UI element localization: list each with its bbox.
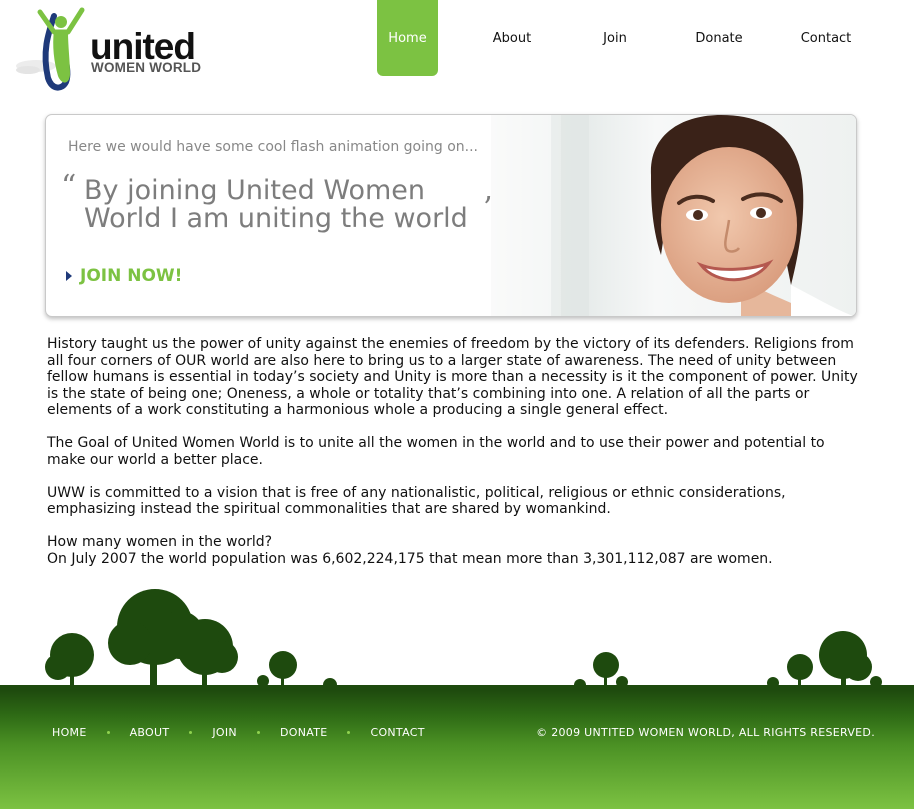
join-now-label: JOIN NOW!	[80, 266, 183, 286]
join-now-link[interactable]: JOIN NOW!	[66, 266, 182, 286]
content-paragraph-history: History taught us the power of unity aga…	[47, 336, 858, 418]
footer-link-join[interactable]: JOIN	[212, 726, 237, 739]
content-question: How many women in the world?	[47, 534, 273, 550]
main-content: History taught us the power of unity aga…	[47, 336, 867, 567]
banner-quote: By joining United Women World I am uniti…	[84, 177, 514, 233]
nav-join[interactable]: Join	[590, 0, 640, 76]
content-paragraph-goal: The Goal of United Women World is to uni…	[47, 435, 825, 468]
nav-about[interactable]: About	[482, 0, 542, 76]
nav-contact[interactable]: Contact	[792, 0, 860, 76]
nav-home[interactable]: Home	[377, 0, 438, 76]
footer: HOME ABOUT JOIN DONATE CONTACT © 2009 UN…	[0, 690, 914, 809]
banner-note: Here we would have some cool flash anima…	[68, 139, 478, 155]
footer-link-home[interactable]: HOME	[52, 726, 87, 739]
footer-nav: HOME ABOUT JOIN DONATE CONTACT	[52, 726, 425, 739]
nav-donate[interactable]: Donate	[688, 0, 750, 76]
main-nav: Home About Join Donate Contact	[0, 0, 914, 80]
hero-banner: Here we would have some cool flash anima…	[45, 114, 857, 317]
tree-silhouette-illustration	[0, 589, 914, 695]
banner-quote-line-2: World I am uniting the world	[84, 203, 468, 234]
footer-separator-dot	[189, 731, 193, 734]
quote-open-mark: “	[61, 169, 77, 204]
content-paragraph-vision: UWW is committed to a vision that is fre…	[47, 484, 786, 518]
footer-separator-dot	[106, 731, 110, 734]
content-answer: On July 2007 the world population was 6,…	[47, 550, 773, 567]
footer-separator-dot	[347, 731, 351, 734]
footer-link-contact[interactable]: CONTACT	[370, 726, 424, 739]
footer-link-donate[interactable]: DONATE	[280, 726, 328, 739]
arrow-right-icon	[66, 271, 72, 281]
copyright-text: © 2009 UNTITED WOMEN WORLD, ALL RIGHTS R…	[536, 726, 875, 739]
footer-separator-dot	[256, 731, 260, 734]
banner-quote-line-1: By joining United Women	[84, 175, 426, 206]
woman-portrait-image	[491, 115, 856, 316]
footer-link-about[interactable]: ABOUT	[130, 726, 170, 739]
